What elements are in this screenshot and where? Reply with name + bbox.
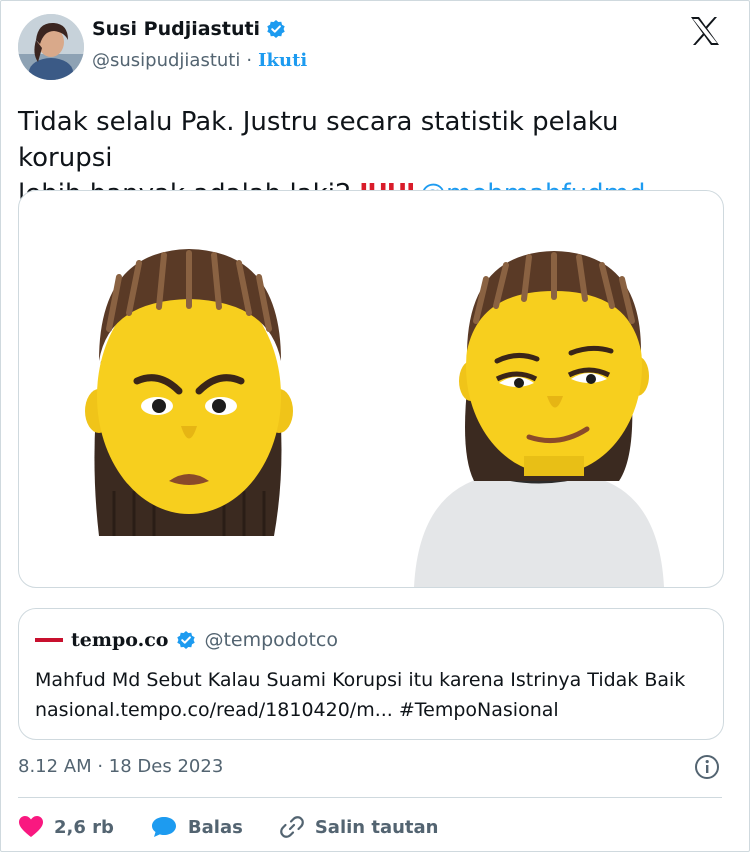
angry-memoji-image [85, 249, 293, 536]
quoted-author-handle: @tempodotco [204, 629, 338, 651]
copy-link-label: Salin tautan [314, 816, 439, 838]
copy-link-button[interactable]: Salin tautan [279, 814, 439, 840]
quoted-text-line: Mahfud Md Sebut Kalau Suami Korupsi itu … [35, 669, 686, 691]
separator: · [246, 50, 253, 71]
reply-bubble-icon [151, 817, 176, 837]
x-logo-icon[interactable] [688, 14, 722, 48]
quoted-text-line: nasional.tempo.co/read/1810420/m... #Tem… [35, 699, 559, 721]
quoted-tweet-header: tempo.co @tempodotco [35, 629, 338, 651]
author-name-row[interactable]: Susi Pudjiastuti [92, 18, 286, 40]
smirk-memoji-image [414, 251, 664, 587]
like-count: 2,6 rb [54, 816, 114, 838]
quoted-author-name: tempo.co [71, 629, 169, 651]
author-name[interactable]: Susi Pudjiastuti [92, 18, 260, 40]
tempo-logo-icon [35, 638, 63, 642]
verified-badge-icon [176, 630, 196, 650]
tweet-media-image[interactable] [18, 190, 724, 588]
info-icon[interactable] [694, 754, 720, 780]
reply-button[interactable]: Balas [150, 815, 243, 839]
tweet-text-line: Tidak selalu Pak. Justru secara statisti… [18, 107, 619, 173]
quoted-tweet-text: Mahfud Md Sebut Kalau Suami Korupsi itu … [35, 665, 715, 725]
tweet-actions: 2,6 rb Balas Salin tautan [18, 812, 475, 842]
tweet-timestamp[interactable]: 8.12 AM · 18 Des 2023 [18, 756, 223, 777]
divider [18, 797, 722, 798]
like-button[interactable]: 2,6 rb [18, 815, 114, 839]
reply-label: Balas [187, 816, 243, 838]
quoted-tweet[interactable]: tempo.co @tempodotco Mahfud Md Sebut Kal… [18, 608, 724, 740]
link-icon [279, 816, 304, 838]
avatar[interactable] [18, 14, 84, 80]
heart-icon [19, 816, 43, 837]
author-handle[interactable]: @susipudjiastuti [92, 50, 240, 71]
follow-button[interactable]: Ikuti [258, 50, 307, 71]
verified-badge-icon [266, 19, 286, 39]
author-handle-row: @susipudjiastuti · Ikuti [92, 50, 307, 71]
